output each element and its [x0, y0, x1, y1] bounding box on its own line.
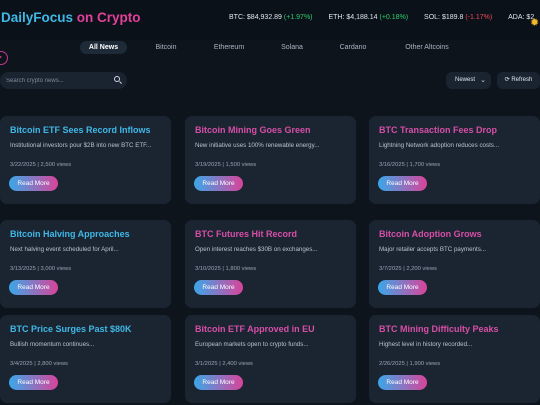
- read-more-button[interactable]: Read More: [194, 375, 243, 390]
- news-card-meta: 3/1/2025 | 2,400 views: [195, 361, 253, 367]
- brand-name-secondary: on Crypto: [76, 10, 141, 25]
- news-card-excerpt: European markets open to crypto funds...: [195, 341, 309, 348]
- news-card-meta: 3/10/2025 | 1,800 views: [195, 266, 257, 272]
- news-card-views: 1,700 views: [409, 162, 441, 168]
- news-card-meta: 3/13/2025 | 3,000 views: [10, 266, 72, 272]
- news-card-title[interactable]: Bitcoin Adoption Grows: [379, 229, 482, 239]
- news-card: Bitcoin ETF Sees Record Inflows Institut…: [0, 116, 171, 204]
- chevron-down-icon: ⌄: [480, 77, 486, 84]
- news-card-meta: 3/7/2025 | 2,200 views: [379, 266, 437, 272]
- ticker-symbol: SOL:: [424, 14, 440, 21]
- sort-selected-value: Newest: [455, 77, 476, 83]
- read-more-button[interactable]: Read More: [9, 176, 58, 191]
- news-card-views: 2,400 views: [222, 361, 253, 367]
- ticker-item-eth: ETH: $4,188.14 (+0.18%): [328, 14, 408, 21]
- news-card-views: 1,500 views: [225, 162, 257, 168]
- ticker-change: (+1.97%): [283, 14, 313, 21]
- news-card-title[interactable]: Bitcoin Halving Approaches: [10, 229, 130, 239]
- news-card-date: 2/26/2025: [379, 361, 405, 367]
- refresh-button[interactable]: ⟳ Refresh: [497, 72, 540, 89]
- news-card-date: 3/16/2025: [379, 162, 405, 168]
- news-card-views: 2,500 views: [40, 162, 72, 168]
- news-card-views: 1,900 views: [409, 361, 441, 367]
- news-card-date: 3/1/2025: [195, 361, 218, 367]
- search-input[interactable]: [6, 74, 110, 87]
- search-box: [0, 72, 127, 89]
- news-card-date: 3/19/2025: [195, 162, 221, 168]
- news-card-excerpt: Institutional investors pour $2B into ne…: [10, 142, 152, 149]
- site-logo[interactable]: DailyFocus on Crypto: [1, 10, 141, 25]
- ticker-price: $189.8: [441, 14, 464, 21]
- news-card-title[interactable]: BTC Mining Difficulty Peaks: [379, 324, 499, 334]
- ticker-symbol: ETH:: [328, 14, 345, 21]
- news-card-title[interactable]: BTC Price Surges Past $80K: [10, 324, 132, 334]
- news-card: BTC Futures Hit Record Open interest rea…: [185, 220, 356, 308]
- tab-all-news[interactable]: All News: [80, 41, 127, 54]
- news-card-title[interactable]: Bitcoin Mining Goes Green: [195, 125, 311, 135]
- search-icon[interactable]: [114, 76, 120, 82]
- ticker-change: (-1.17%): [465, 14, 493, 21]
- brand-name-primary: DailyFocus: [1, 10, 74, 25]
- tab-solana[interactable]: Solana: [275, 41, 309, 54]
- news-card-date: 3/22/2025: [10, 162, 36, 168]
- news-card-excerpt: Open interest reaches $30B on exchanges.…: [195, 246, 318, 253]
- tab-ethereum[interactable]: Ethereum: [207, 41, 251, 54]
- news-card-date: 3/7/2025: [379, 266, 402, 272]
- news-card-views: 3,000 views: [40, 266, 72, 272]
- top-header: DailyFocus on Crypto BTC: $84,932.89 (+1…: [0, 0, 540, 40]
- ticker-change: (+0.18%): [379, 14, 409, 21]
- ticker-symbol: BTC:: [229, 14, 245, 21]
- news-card-excerpt: Next halving event scheduled for April..…: [10, 246, 119, 253]
- news-card-excerpt: Lightning Network adoption reduces costs…: [379, 142, 500, 149]
- news-card: BTC Mining Difficulty Peaks Highest leve…: [369, 315, 540, 403]
- news-card: BTC Price Surges Past $80K Bullish momen…: [0, 315, 171, 403]
- ticker-item-btc: BTC: $84,932.89 (+1.97%): [229, 14, 313, 21]
- tab-bitcoin[interactable]: Bitcoin: [147, 41, 185, 54]
- ticker-price: $84,932.89: [246, 14, 282, 21]
- ticker-item-sol: SOL: $189.8 (-1.17%): [424, 14, 492, 21]
- tab-cardano[interactable]: Cardano: [333, 41, 373, 54]
- news-card-title[interactable]: BTC Futures Hit Record: [195, 229, 297, 239]
- news-card: BTC Transaction Fees Drop Lightning Netw…: [369, 116, 540, 204]
- news-card-title[interactable]: Bitcoin ETF Approved in EU: [195, 324, 315, 334]
- news-card-views: 2,800 views: [37, 361, 68, 367]
- read-more-button[interactable]: Read More: [378, 176, 427, 191]
- news-card-meta: 3/19/2025 | 1,500 views: [195, 162, 257, 168]
- news-card-views: 2,200 views: [406, 266, 437, 272]
- price-ticker: BTC: $84,932.89 (+1.97%) ETH: $4,188.14 …: [229, 14, 540, 26]
- category-tabs: All News Bitcoin Ethereum Solana Cardano…: [0, 40, 540, 56]
- theme-toggle-sun-icon[interactable]: ✹: [530, 18, 539, 29]
- sort-select[interactable]: Newest ⌄: [446, 72, 491, 89]
- read-more-button[interactable]: Read More: [378, 280, 427, 295]
- news-card-meta: 3/4/2025 | 2,800 views: [10, 361, 68, 367]
- news-card-meta: 2/26/2025 | 1,900 views: [379, 361, 441, 367]
- read-more-button[interactable]: Read More: [378, 375, 427, 390]
- read-more-button[interactable]: Read More: [9, 375, 58, 390]
- news-card-excerpt: Highest level in history recorded...: [379, 341, 473, 348]
- news-card: Bitcoin Halving Approaches Next halving …: [0, 220, 171, 308]
- news-card-excerpt: Major retailer accepts BTC payments...: [379, 246, 486, 253]
- read-more-button[interactable]: Read More: [194, 280, 243, 295]
- tab-other-altcoins[interactable]: Other Altcoins: [396, 41, 458, 54]
- read-more-button[interactable]: Read More: [194, 176, 243, 191]
- read-more-button[interactable]: Read More: [9, 280, 58, 295]
- ticker-price: $4,188.14: [346, 14, 378, 21]
- news-card: Bitcoin Adoption Grows Major retailer ac…: [369, 220, 540, 308]
- news-card-date: 3/13/2025: [10, 266, 36, 272]
- news-card-meta: 3/22/2025 | 2,500 views: [10, 162, 72, 168]
- news-card-title[interactable]: Bitcoin ETF Sees Record Inflows: [10, 125, 151, 135]
- news-card: Bitcoin ETF Approved in EU European mark…: [185, 315, 356, 403]
- news-card-views: 1,800 views: [225, 266, 257, 272]
- news-card-excerpt: New initiative uses 100% renewable energ…: [195, 142, 320, 149]
- news-card: Bitcoin Mining Goes Green New initiative…: [185, 116, 356, 204]
- news-card-date: 3/10/2025: [195, 266, 221, 272]
- news-card-title[interactable]: BTC Transaction Fees Drop: [379, 125, 497, 135]
- news-card-excerpt: Bullish momentum continues...: [10, 341, 95, 348]
- news-card-date: 3/4/2025: [10, 361, 33, 367]
- ticker-symbol: ADA:: [508, 14, 525, 21]
- news-card-meta: 3/16/2025 | 1,700 views: [379, 162, 441, 168]
